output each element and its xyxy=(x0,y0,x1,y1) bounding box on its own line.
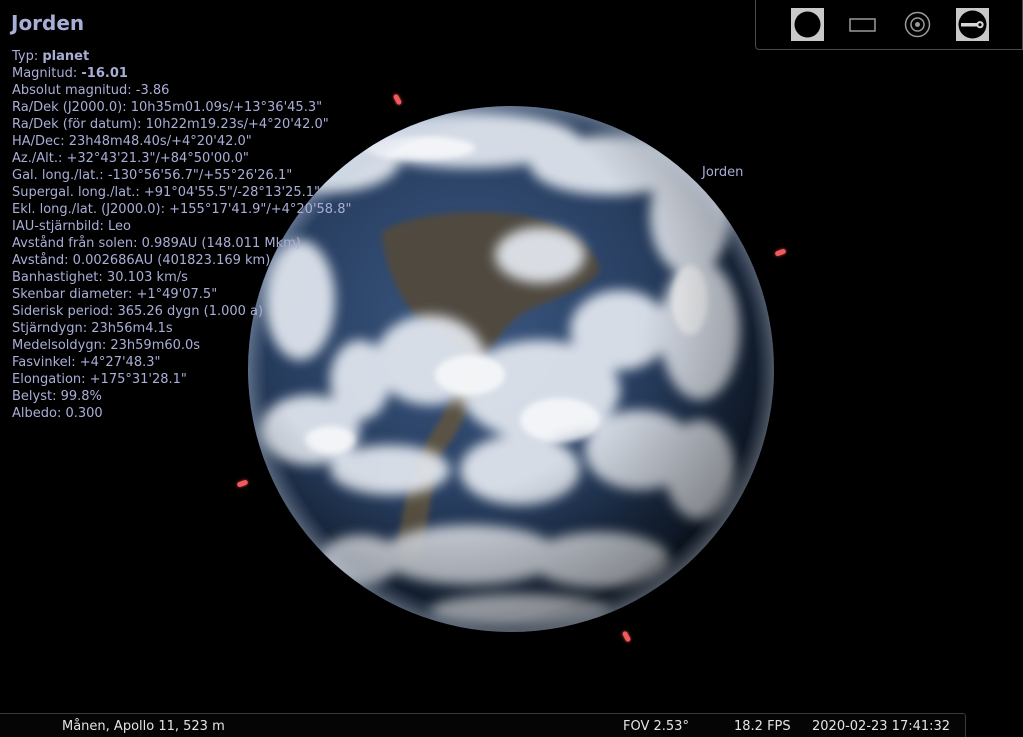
info-row: Magnitud: -16.01 xyxy=(12,65,351,82)
info-value: Leo xyxy=(107,219,131,234)
info-value: 10h22m19.23s/+4°20'42.0" xyxy=(145,117,329,132)
info-row: Siderisk period: 365.26 dygn (1.000 a) xyxy=(12,303,351,320)
concentric-circles-icon xyxy=(904,11,931,38)
fps-readout: 18.2 FPS xyxy=(734,719,791,734)
info-value: +175°31'28.1" xyxy=(89,372,187,387)
info-row: Stjärndygn: 23h56m4.1s xyxy=(12,320,351,337)
info-label: Magnitud: xyxy=(12,66,82,81)
info-label: Fasvinkel: xyxy=(12,355,80,370)
fov-readout[interactable]: FOV 2.53° xyxy=(623,719,689,734)
info-label: Banhastighet: xyxy=(12,270,107,285)
info-value: 10h35m01.09s/+13°36'45.3" xyxy=(130,100,323,115)
object-info-panel: Typ: planet Magnitud: -16.01 Absolut magni… xyxy=(12,48,351,422)
info-value: 99.8% xyxy=(60,389,102,404)
info-value: 0.300 xyxy=(65,406,103,421)
planet-view-button[interactable] xyxy=(791,8,824,41)
rectangle-outline-icon xyxy=(849,18,876,32)
info-value: 23h48m48.40s/+4°20'42.0" xyxy=(68,134,252,149)
info-row: Medelsoldygn: 23h59m60.0s xyxy=(12,337,351,354)
filled-circle-icon xyxy=(794,11,821,38)
info-value: +32°43'21.3"/+84°50'00.0" xyxy=(66,151,249,166)
info-value: -16.01 xyxy=(81,66,128,81)
info-value: -130°56'56.7"/+55°26'26.1" xyxy=(107,168,293,183)
info-label: IAU-stjärnbild: xyxy=(12,219,108,234)
info-value: +4°27'48.3" xyxy=(79,355,161,370)
info-label: Albedo: xyxy=(12,406,66,421)
info-label: Skenbar diameter: xyxy=(12,287,137,302)
info-label: Belyst: xyxy=(12,389,61,404)
info-label: Gal. long./lat.: xyxy=(12,168,108,183)
telescope-icon xyxy=(958,10,987,39)
info-label: Elongation: xyxy=(12,372,90,387)
info-label: Az./Alt.: xyxy=(12,151,67,166)
info-label: Absolut magnitud: xyxy=(12,83,136,98)
info-value: +1°49'07.5" xyxy=(136,287,218,302)
info-value: 365.26 dygn (1.000 a) xyxy=(117,304,264,319)
info-row: Albedo: 0.300 xyxy=(12,405,351,422)
info-value: 0.002686AU (401823.169 km) xyxy=(72,253,271,268)
info-label: Avstånd: xyxy=(12,253,73,268)
info-row: Typ: planet xyxy=(12,48,351,65)
info-label: Ra/Dek (för datum): xyxy=(12,117,146,132)
top-toolbar xyxy=(755,0,1023,50)
info-row: Absolut magnitud: -3.86 xyxy=(12,82,351,99)
info-label: Avstånd från solen: xyxy=(12,236,142,251)
info-value: 23h56m4.1s xyxy=(91,321,173,336)
info-value: 0.989AU (148.011 Mkm) xyxy=(141,236,301,251)
info-row: IAU-stjärnbild: Leo xyxy=(12,218,351,235)
info-label: HA/Dec: xyxy=(12,134,69,149)
info-row: Ra/Dek (J2000.0): 10h35m01.09s/+13°36'45… xyxy=(12,99,351,116)
info-row: Avstånd från solen: 0.989AU (148.011 Mkm… xyxy=(12,235,351,252)
info-value: +91°04'55.5"/-28°13'25.1" xyxy=(143,185,320,200)
info-row: Ra/Dek (för datum): 10h22m19.23s/+4°20'4… xyxy=(12,116,351,133)
info-value: planet xyxy=(42,49,90,64)
object-title: Jorden xyxy=(11,11,85,35)
info-row: Skenbar diameter: +1°49'07.5" xyxy=(12,286,351,303)
info-row: Ekl. long./lat. (J2000.0): +155°17'41.9"… xyxy=(12,201,351,218)
info-value: 30.103 km/s xyxy=(106,270,188,285)
target-button[interactable] xyxy=(901,8,934,41)
info-value: -3.86 xyxy=(135,83,170,98)
info-row: Banhastighet: 30.103 km/s xyxy=(12,269,351,286)
datetime-readout[interactable]: 2020-02-23 17:41:32 xyxy=(812,719,950,734)
info-row: Belyst: 99.8% xyxy=(12,388,351,405)
info-row: Az./Alt.: +32°43'21.3"/+84°50'00.0" xyxy=(12,150,351,167)
info-row: Gal. long./lat.: -130°56'56.7"/+55°26'26… xyxy=(12,167,351,184)
info-value: +155°17'41.9"/+4°20'58.8" xyxy=(169,202,352,217)
info-row: Avstånd: 0.002686AU (401823.169 km) xyxy=(12,252,351,269)
info-label: Siderisk period: xyxy=(12,304,118,319)
info-label: Stjärndygn: xyxy=(12,321,92,336)
info-label: Supergal. long./lat.: xyxy=(12,185,144,200)
location-readout[interactable]: Månen, Apollo 11, 523 m xyxy=(62,719,225,734)
info-row: Fasvinkel: +4°27'48.3" xyxy=(12,354,351,371)
info-row: Supergal. long./lat.: +91°04'55.5"/-28°1… xyxy=(12,184,351,201)
planet-label[interactable]: Jorden xyxy=(702,165,743,180)
info-row: Elongation: +175°31'28.1" xyxy=(12,371,351,388)
telescope-button[interactable] xyxy=(956,8,989,41)
info-value: 23h59m60.0s xyxy=(110,338,201,353)
sky-view[interactable]: Jorden Typ: planet Magnitud: -16.01 Absolu… xyxy=(0,0,1023,737)
info-label: Typ: xyxy=(12,49,43,64)
frame-button[interactable] xyxy=(846,8,879,41)
status-bar: Månen, Apollo 11, 523 m FOV 2.53° 18.2 F… xyxy=(0,713,966,737)
info-row: HA/Dec: 23h48m48.40s/+4°20'42.0" xyxy=(12,133,351,150)
info-label: Medelsoldygn: xyxy=(12,338,111,353)
info-label: Ra/Dek (J2000.0): xyxy=(12,100,131,115)
info-label: Ekl. long./lat. (J2000.0): xyxy=(12,202,170,217)
